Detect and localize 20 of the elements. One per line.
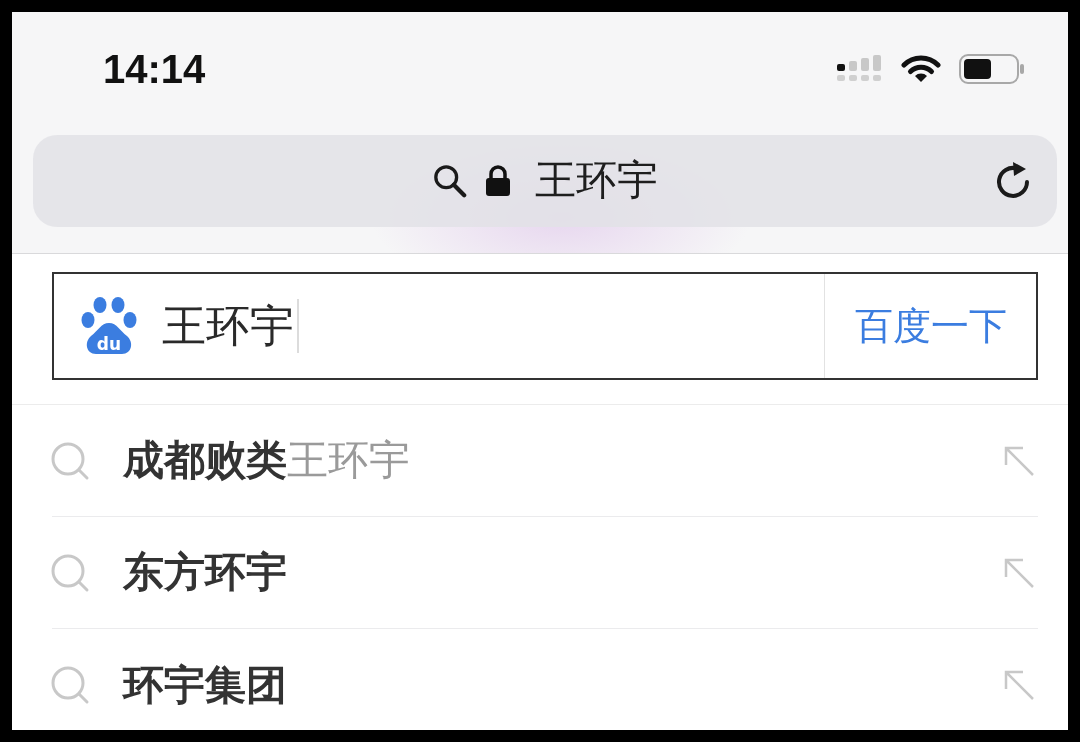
paw-logo: du	[80, 297, 138, 355]
suggestion-text[interactable]: 环宇集团	[123, 657, 287, 713]
suggestion-text[interactable]: 成都败类王环宇	[123, 433, 410, 488]
arrow-up-left-icon[interactable]	[1003, 444, 1035, 477]
status-time: 14:14	[103, 46, 206, 92]
arrow-up-left-icon[interactable]	[1003, 556, 1035, 589]
search-icon	[50, 665, 90, 705]
search-icon	[50, 552, 90, 593]
suggestion-text[interactable]: 东方环宇	[123, 545, 287, 600]
signal-icon	[837, 55, 883, 83]
arrow-up-left-icon[interactable]	[1003, 669, 1035, 701]
search-icon	[432, 164, 467, 198]
battery-icon	[959, 54, 1025, 84]
lock-icon	[484, 165, 511, 197]
address-text: 王环宇	[534, 156, 658, 206]
address-bar[interactable]: 王环宇	[33, 135, 1057, 227]
search-icon	[50, 440, 90, 481]
search-button[interactable]: 百度一下	[824, 274, 1036, 378]
wifi-icon	[901, 54, 941, 84]
search-input[interactable]: 王环宇	[162, 274, 824, 378]
